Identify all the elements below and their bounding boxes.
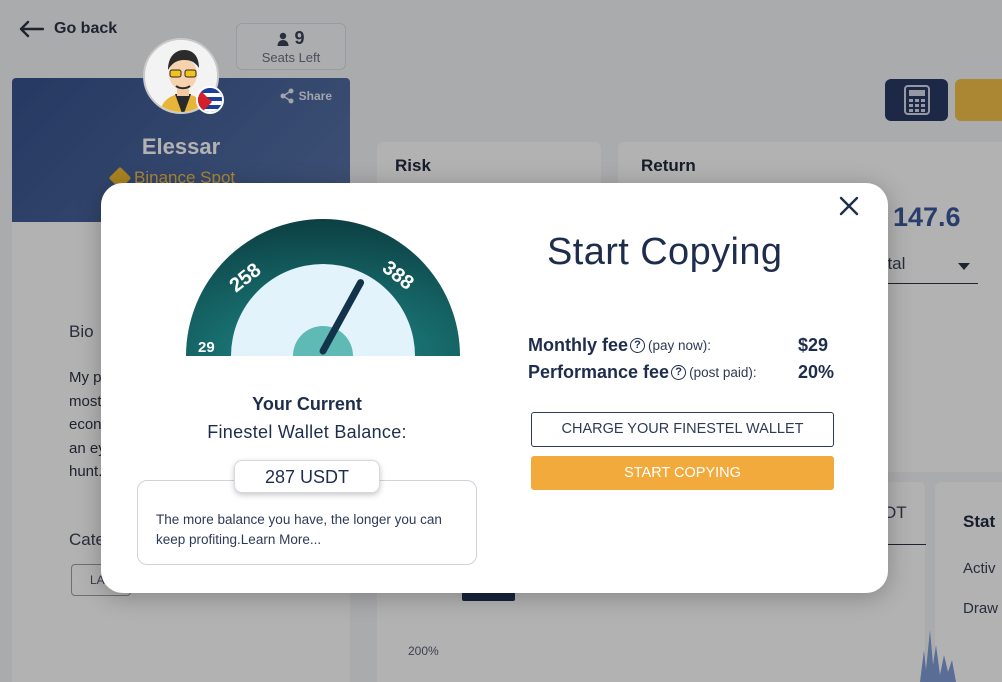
performance-fee-row: Performance fee ? (post paid): — [528, 362, 757, 383]
modal-title: Start Copying — [547, 231, 783, 273]
balance-info-text: The more balance you have, the longer yo… — [156, 512, 442, 547]
balance-value: 287 USDT — [234, 460, 380, 493]
gauge-min-label: 29 — [198, 339, 215, 356]
charge-wallet-button[interactable]: CHARGE YOUR FINESTEL WALLET — [531, 412, 834, 447]
monthly-fee-note: (pay now): — [648, 338, 712, 353]
balance-gauge: 29 258 388 — [186, 219, 460, 356]
monthly-fee-value: $29 — [798, 335, 829, 355]
performance-fee-label: Performance fee — [528, 362, 670, 382]
performance-fee-value: 20% — [798, 362, 835, 382]
start-copying-modal: 29 258 388 Your Current Finestel Wallet … — [101, 183, 888, 593]
country-flag-icon — [196, 86, 224, 114]
balance-subtitle: Finestel Wallet Balance: — [207, 422, 407, 442]
monthly-fee-label: Monthly fee — [528, 335, 629, 355]
balance-title: Your Current — [252, 394, 362, 414]
start-copying-button[interactable]: START COPYING — [531, 456, 834, 490]
close-icon[interactable] — [836, 193, 862, 219]
help-icon[interactable]: ? — [671, 365, 687, 380]
performance-fee-note: (post paid): — [689, 365, 757, 380]
monthly-fee-row: Monthly fee ? (pay now): — [528, 335, 711, 356]
help-icon[interactable]: ? — [630, 338, 646, 353]
